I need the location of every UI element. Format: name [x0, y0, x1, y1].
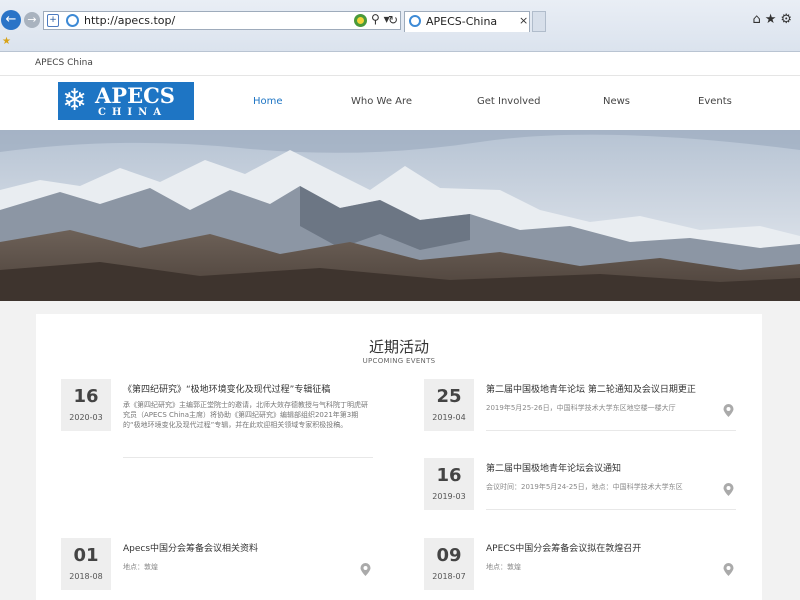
events-subtitle: UPCOMING EVENTS	[362, 357, 436, 365]
divider	[486, 509, 736, 510]
event-title-link[interactable]: 《第四纪研究》“极地环境变化及现代过程”专辑征稿	[123, 382, 383, 395]
tab-close-button[interactable]: ×	[519, 14, 528, 27]
event-date-box: 25 2019-04	[424, 379, 474, 431]
event-title-link[interactable]: 第二届中国极地青年论坛 第二轮通知及会议日期更正	[486, 382, 746, 395]
event-item[interactable]: 25 2019-04 第二届中国极地青年论坛 第二轮通知及会议日期更正 2019…	[424, 379, 740, 439]
event-title-link[interactable]: Apecs中国分会筹备会议相关资料	[123, 541, 383, 554]
event-year-month: 2019-03	[432, 492, 466, 501]
event-date-box: 16 2020-03	[61, 379, 111, 431]
event-day: 09	[436, 545, 462, 566]
divider	[123, 457, 373, 458]
event-year-month: 2018-07	[432, 572, 466, 581]
event-date-box: 09 2018-07	[424, 538, 474, 590]
new-tab-button[interactable]	[532, 11, 546, 32]
favorites-icon[interactable]: ★	[2, 36, 11, 47]
location-pin-icon	[360, 563, 371, 576]
ie-logo-icon	[66, 14, 79, 27]
nav-get-involved[interactable]: Get Involved	[477, 96, 541, 107]
event-date-box: 16 2019-03	[424, 458, 474, 510]
location-pin-icon	[723, 483, 734, 496]
event-meta: 地点：敦煌	[486, 563, 521, 571]
mountain-banner-image	[0, 130, 800, 301]
event-title-link[interactable]: APECS中国分会筹备会议拟在敦煌召开	[486, 541, 746, 554]
event-year-month: 2020-03	[69, 413, 103, 422]
snowflake-icon: ❄	[62, 83, 88, 118]
logo-subtext: CHINA	[98, 107, 167, 118]
event-title-link[interactable]: 第二届中国极地青年论坛会议通知	[486, 461, 746, 474]
location-pin-icon	[723, 563, 734, 576]
nav-home[interactable]: Home	[253, 96, 283, 107]
event-year-month: 2019-04	[432, 413, 466, 422]
web-page: APECS China ❄ APECS CHINA Home Who We Ar…	[0, 52, 800, 600]
refresh-icon[interactable]: ↻	[388, 13, 398, 27]
nav-events[interactable]: Events	[698, 96, 732, 107]
event-day: 16	[73, 386, 99, 407]
event-day: 16	[436, 465, 462, 486]
ie-logo-icon	[409, 15, 421, 27]
event-year-month: 2018-08	[69, 572, 103, 581]
hero-banner	[0, 130, 800, 301]
event-item[interactable]: 16 2020-03 《第四纪研究》“极地环境变化及现代过程”专辑征稿 承《第四…	[61, 379, 377, 459]
event-meta: 会议时间：2019年5月24-25日，地点：中国科学技术大学东区	[486, 483, 683, 491]
divider	[486, 430, 736, 431]
toolbar-icons[interactable]: ⌂★⚙	[752, 12, 796, 27]
forward-button[interactable]: →	[24, 12, 40, 28]
back-button[interactable]: ←	[1, 10, 21, 30]
event-day: 25	[436, 386, 462, 407]
location-pin-icon	[723, 404, 734, 417]
url-text[interactable]: http://apecs.top/	[84, 14, 175, 27]
event-description: 承《第四纪研究》主编郭正堂院士的邀请，北师大效存德教授与气科院丁明虎研究员（AP…	[123, 401, 368, 429]
nav-news[interactable]: News	[603, 96, 630, 107]
event-date-box: 01 2018-08	[61, 538, 111, 590]
event-meta: 地点：敦煌	[123, 563, 158, 571]
site-name: APECS China	[35, 58, 93, 68]
events-title: 近期活动	[368, 338, 429, 356]
address-bar[interactable]: + http://apecs.top/ ⚲ ▾ ↻	[43, 11, 401, 30]
compatibility-view-icon[interactable]	[354, 14, 367, 27]
site-logo[interactable]: ❄ APECS CHINA	[58, 82, 194, 120]
event-day: 01	[73, 545, 99, 566]
nav-who-we-are[interactable]: Who We Are	[351, 96, 412, 107]
event-item[interactable]: 09 2018-07 APECS中国分会筹备会议拟在敦煌召开 地点：敦煌	[424, 538, 740, 598]
browser-chrome: ← → + http://apecs.top/ ⚲ ▾ ↻ APECS-Chin…	[0, 0, 800, 52]
security-shield-icon[interactable]: +	[47, 14, 59, 27]
event-item[interactable]: 01 2018-08 Apecs中国分会筹备会议相关资料 地点：敦煌	[61, 538, 377, 598]
browser-tab[interactable]: APECS-China ×	[404, 11, 530, 32]
logo-text: APECS	[95, 83, 175, 108]
events-section: 近期活动 UPCOMING EVENTS 16 2020-03 《第四纪研究》“…	[36, 314, 762, 600]
tab-title: APECS-China	[426, 15, 498, 28]
event-item[interactable]: 16 2019-03 第二届中国极地青年论坛会议通知 会议时间：2019年5月2…	[424, 458, 740, 518]
nav-bar: ❄ APECS CHINA Home Who We Are Get Involv…	[0, 76, 800, 130]
top-strip: APECS China	[0, 52, 800, 76]
event-meta: 2019年5月25-26日，中国科学技术大学东区地空楼一楼大厅	[486, 404, 676, 412]
search-icon[interactable]: ⚲ ▾	[371, 12, 390, 26]
